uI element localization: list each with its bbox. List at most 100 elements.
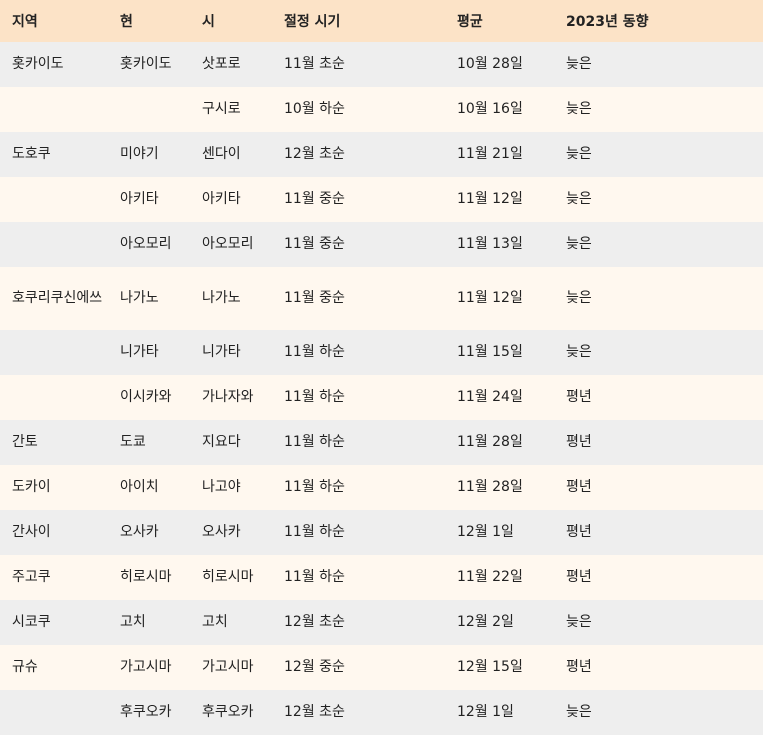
cell-trend: 늦은 xyxy=(566,101,592,117)
cell-peak-time: 11월 하순 xyxy=(284,434,345,450)
cell-city: 가나자와 xyxy=(202,389,254,405)
cell-prefecture xyxy=(108,87,190,132)
cell-trend: 평년 xyxy=(566,524,592,540)
table-row: 도카이 아이치 나고야 11월 하순 11월 28일 평년 xyxy=(0,465,763,510)
header-city: 시 xyxy=(202,14,215,30)
cell-prefecture: 고치 xyxy=(120,614,146,630)
cell-prefecture: 홋카이도 xyxy=(120,56,172,72)
cell-average: 12월 15일 xyxy=(457,659,523,675)
cell-region: 홋카이도 xyxy=(12,56,64,72)
header-peak-time: 절정 시기 xyxy=(284,14,341,30)
cell-city: 니가타 xyxy=(202,344,241,360)
cell-city: 지요다 xyxy=(202,434,241,450)
cell-average: 11월 15일 xyxy=(457,344,523,360)
cell-peak-time: 12월 초순 xyxy=(284,146,345,162)
cell-city: 히로시마 xyxy=(202,569,254,585)
cell-trend: 늦은 xyxy=(566,146,592,162)
foliage-peak-table: 지역 현 시 절정 시기 평균 2023년 동향 홋카이도 홋카이도 삿포로 1… xyxy=(0,0,763,735)
table-row: 니가타 니가타 11월 하순 11월 15일 늦은 xyxy=(0,330,763,375)
table-body: 홋카이도 홋카이도 삿포로 11월 초순 10월 28일 늦은 구시로 10월 … xyxy=(0,42,763,735)
cell-prefecture: 아키타 xyxy=(120,191,159,207)
cell-region: 간토 xyxy=(12,434,38,450)
cell-peak-time: 10월 하순 xyxy=(284,101,345,117)
cell-prefecture: 아이치 xyxy=(120,479,159,495)
header-prefecture: 현 xyxy=(120,14,133,30)
cell-city: 후쿠오카 xyxy=(202,704,254,720)
table-row: 시코쿠 고치 고치 12월 초순 12월 2일 늦은 xyxy=(0,600,763,645)
cell-peak-time: 11월 중순 xyxy=(284,290,345,306)
table-row: 호쿠리쿠신에쓰 나가노 나가노 11월 중순 11월 12일 늦은 xyxy=(0,267,763,330)
table-header: 지역 현 시 절정 시기 평균 2023년 동향 xyxy=(0,0,763,42)
cell-peak-time: 11월 하순 xyxy=(284,524,345,540)
cell-region xyxy=(0,177,108,222)
table-row: 후쿠오카 후쿠오카 12월 초순 12월 1일 늦은 xyxy=(0,690,763,735)
cell-average: 12월 2일 xyxy=(457,614,514,630)
cell-prefecture: 이시카와 xyxy=(120,389,172,405)
cell-trend: 늦은 xyxy=(566,704,592,720)
cell-trend: 늦은 xyxy=(566,191,592,207)
header-average: 평균 xyxy=(457,14,483,30)
cell-trend: 평년 xyxy=(566,479,592,495)
cell-average: 11월 24일 xyxy=(457,389,523,405)
cell-prefecture: 도쿄 xyxy=(120,434,146,450)
cell-region xyxy=(0,222,108,267)
cell-peak-time: 12월 초순 xyxy=(284,704,345,720)
cell-prefecture: 후쿠오카 xyxy=(120,704,172,720)
cell-trend: 늦은 xyxy=(566,290,592,306)
cell-average: 11월 21일 xyxy=(457,146,523,162)
cell-prefecture: 아오모리 xyxy=(120,236,172,252)
cell-average: 11월 12일 xyxy=(457,290,523,306)
cell-prefecture: 오사카 xyxy=(120,524,159,540)
cell-peak-time: 11월 하순 xyxy=(284,479,345,495)
cell-peak-time: 11월 하순 xyxy=(284,344,345,360)
cell-region xyxy=(0,690,108,735)
cell-region: 주고쿠 xyxy=(12,569,51,585)
table-row: 이시카와 가나자와 11월 하순 11월 24일 평년 xyxy=(0,375,763,420)
table-row: 간사이 오사카 오사카 11월 하순 12월 1일 평년 xyxy=(0,510,763,555)
cell-prefecture: 미야기 xyxy=(120,146,159,162)
cell-region: 도카이 xyxy=(12,479,51,495)
table-row: 간토 도쿄 지요다 11월 하순 11월 28일 평년 xyxy=(0,420,763,465)
cell-prefecture: 히로시마 xyxy=(120,569,172,585)
table-row: 도호쿠 미야기 센다이 12월 초순 11월 21일 늦은 xyxy=(0,132,763,177)
cell-city: 가고시마 xyxy=(202,659,254,675)
cell-trend: 늦은 xyxy=(566,236,592,252)
table-row: 주고쿠 히로시마 히로시마 11월 하순 11월 22일 평년 xyxy=(0,555,763,600)
cell-peak-time: 11월 하순 xyxy=(284,569,345,585)
cell-region: 호쿠리쿠신에쓰 xyxy=(12,290,103,306)
cell-prefecture: 나가노 xyxy=(120,290,159,306)
cell-trend: 늦은 xyxy=(566,614,592,630)
cell-region xyxy=(0,375,108,420)
cell-peak-time: 12월 중순 xyxy=(284,659,345,675)
cell-trend: 평년 xyxy=(566,569,592,585)
cell-region: 시코쿠 xyxy=(12,614,51,630)
table-row: 홋카이도 홋카이도 삿포로 11월 초순 10월 28일 늦은 xyxy=(0,42,763,87)
cell-city: 삿포로 xyxy=(202,56,241,72)
cell-city: 아키타 xyxy=(202,191,241,207)
cell-trend: 평년 xyxy=(566,434,592,450)
cell-peak-time: 11월 중순 xyxy=(284,236,345,252)
cell-average: 10월 16일 xyxy=(457,101,523,117)
cell-trend: 평년 xyxy=(566,389,592,405)
cell-trend: 늦은 xyxy=(566,344,592,360)
cell-average: 11월 22일 xyxy=(457,569,523,585)
cell-average: 11월 13일 xyxy=(457,236,523,252)
cell-peak-time: 11월 하순 xyxy=(284,389,345,405)
cell-region xyxy=(0,87,108,132)
cell-average: 10월 28일 xyxy=(457,56,523,72)
cell-city: 구시로 xyxy=(202,101,241,117)
cell-average: 12월 1일 xyxy=(457,524,514,540)
cell-average: 11월 28일 xyxy=(457,479,523,495)
cell-average: 12월 1일 xyxy=(457,704,514,720)
cell-city: 고치 xyxy=(202,614,228,630)
cell-city: 아오모리 xyxy=(202,236,254,252)
table-row: 아키타 아키타 11월 중순 11월 12일 늦은 xyxy=(0,177,763,222)
cell-city: 오사카 xyxy=(202,524,241,540)
table-row: 아오모리 아오모리 11월 중순 11월 13일 늦은 xyxy=(0,222,763,267)
cell-prefecture: 가고시마 xyxy=(120,659,172,675)
header-row: 지역 현 시 절정 시기 평균 2023년 동향 xyxy=(0,0,763,42)
cell-trend: 평년 xyxy=(566,659,592,675)
cell-average: 11월 28일 xyxy=(457,434,523,450)
cell-region: 규슈 xyxy=(12,659,38,675)
cell-region: 간사이 xyxy=(12,524,51,540)
